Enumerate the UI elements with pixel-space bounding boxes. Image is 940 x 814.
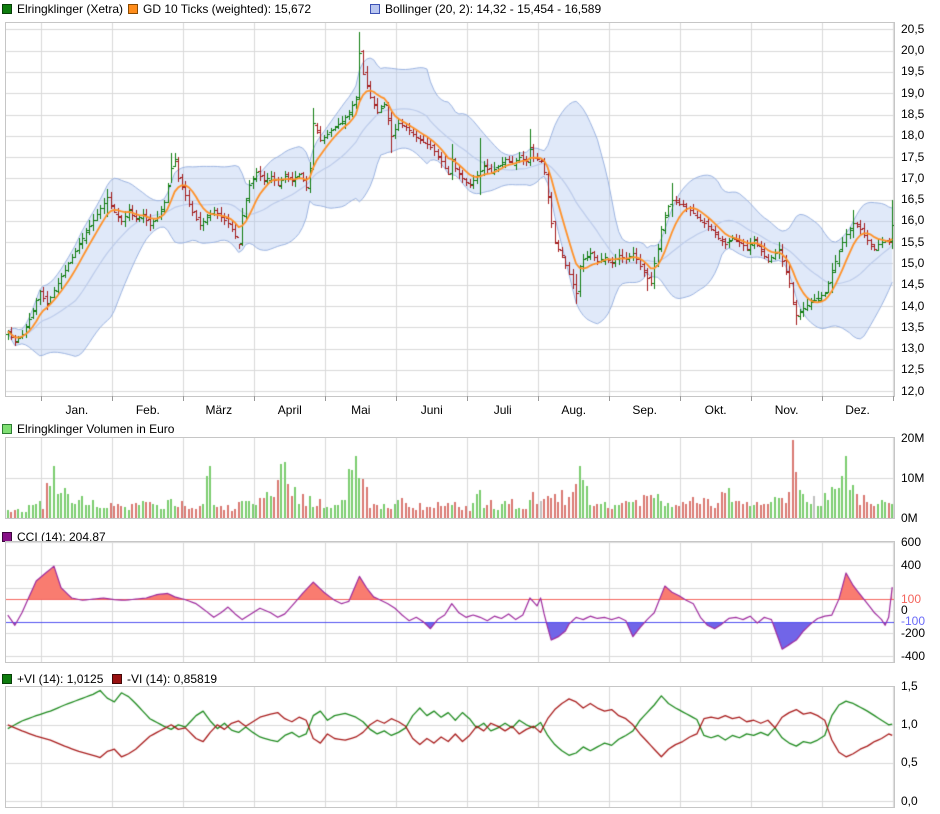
y-tick-label: 12,5 (901, 363, 939, 376)
y-tick-label: 600 (901, 536, 939, 549)
x-axis-tick (183, 396, 184, 401)
x-axis-tick (467, 396, 468, 401)
volume-plot[interactable] (5, 437, 895, 519)
y-tick-label: -200 (901, 627, 939, 640)
x-tick-label: Aug. (544, 403, 604, 417)
y-tick-label: 13,5 (901, 321, 939, 334)
x-axis-tick (822, 396, 823, 401)
x-tick-label: Feb. (118, 403, 178, 417)
x-tick-label: April (260, 403, 320, 417)
main-price-plot[interactable] (5, 22, 895, 397)
y-tick-label: 19,5 (901, 65, 939, 78)
x-tick-label: Okt. (686, 403, 746, 417)
x-tick-label: Juli (473, 403, 533, 417)
y-tick-label: 18,0 (901, 129, 939, 142)
x-axis-tick (325, 396, 326, 401)
price-series-label: Elringklinger (Xetra) (17, 2, 123, 16)
y-tick-label: 20,5 (901, 23, 939, 36)
y-tick-label: 12,0 (901, 385, 939, 398)
y-tick-label: 15,0 (901, 257, 939, 270)
x-axis-tick (538, 396, 539, 401)
y-tick-label: 0,0 (901, 795, 939, 808)
y-tick-label: 15,5 (901, 236, 939, 249)
stock-chart-app: Elringklinger (Xetra) GD 10 Ticks (weigh… (0, 0, 940, 814)
y-tick-label: 13,0 (901, 342, 939, 355)
x-tick-label: Jan. (47, 403, 107, 417)
cci-canvas[interactable] (6, 542, 894, 662)
y-tick-label: 18,5 (901, 108, 939, 121)
volume-label: Elringklinger Volumen in Euro (17, 422, 174, 436)
y-tick-label: 1,5 (901, 680, 939, 693)
x-axis-tick (893, 396, 894, 401)
vi-plot[interactable] (5, 686, 895, 808)
x-tick-label: Dez. (828, 403, 888, 417)
gd10-label: GD 10 Ticks (weighted): 15,672 (143, 2, 311, 16)
y-tick-label: 14,0 (901, 300, 939, 313)
y-tick-label: 20M (901, 432, 939, 445)
x-axis-tick (680, 396, 681, 401)
y-tick-label: 20,0 (901, 44, 939, 57)
x-axis-tick (396, 396, 397, 401)
y-tick-label: 17,0 (901, 172, 939, 185)
x-axis-tick (751, 396, 752, 401)
cci-plot[interactable] (5, 541, 895, 663)
y-tick-label: -400 (901, 650, 939, 663)
vi-plus-swatch-icon (2, 674, 12, 684)
vi-minus-label: -VI (14): 0,85819 (127, 672, 217, 686)
y-tick-label: 1,0 (901, 718, 939, 731)
x-tick-label: Juni (402, 403, 462, 417)
y-tick-label: 0,5 (901, 756, 939, 769)
vi-plus-label: +VI (14): 1,0125 (17, 672, 103, 686)
vi-legend: +VI (14): 1,0125 -VI (14): 0,85819 (0, 672, 940, 687)
y-tick-label: 19,0 (901, 87, 939, 100)
y-tick-label: 14,5 (901, 278, 939, 291)
y-tick-label: 16,0 (901, 214, 939, 227)
x-axis-tick (254, 396, 255, 401)
volume-legend: Elringklinger Volumen in Euro (0, 422, 940, 437)
y-tick-label: 10M (901, 472, 939, 485)
x-tick-label: Mai (331, 403, 391, 417)
price-series-swatch-icon (2, 4, 12, 14)
y-tick-label: 16,5 (901, 193, 939, 206)
y-tick-label: 400 (901, 559, 939, 572)
vi-minus-swatch-icon (112, 674, 122, 684)
vi-canvas[interactable] (6, 687, 894, 807)
y-tick-label: 0M (901, 512, 939, 525)
x-axis-tick (112, 396, 113, 401)
x-axis-tick (41, 396, 42, 401)
volume-canvas[interactable] (6, 438, 894, 518)
price-canvas[interactable] (6, 23, 894, 396)
volume-swatch-icon (2, 424, 12, 434)
x-tick-label: Nov. (757, 403, 817, 417)
bollinger-swatch-icon (370, 4, 380, 14)
x-tick-label: März (189, 403, 249, 417)
main-chart-legend: Elringklinger (Xetra) GD 10 Ticks (weigh… (0, 2, 940, 17)
y-tick-label: 17,5 (901, 151, 939, 164)
x-axis-tick (609, 396, 610, 401)
gd10-swatch-icon (128, 4, 138, 14)
x-tick-label: Sep. (615, 403, 675, 417)
bollinger-label: Bollinger (20, 2): 14,32 - 15,454 - 16,5… (385, 2, 601, 16)
